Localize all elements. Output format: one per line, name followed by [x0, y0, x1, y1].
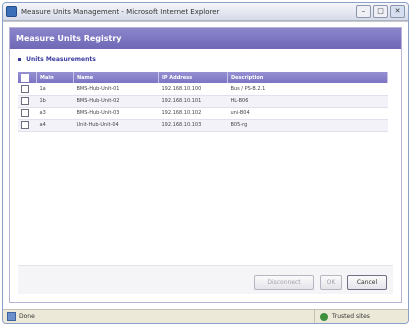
cell-ip: 192.168.10.103 [161, 122, 202, 128]
cell-main: 1b [39, 98, 46, 104]
disconnect-button[interactable]: Disconnect [254, 275, 314, 290]
cancel-button[interactable]: Cancel [347, 275, 387, 290]
col-header-ip[interactable]: IP Address [158, 72, 228, 83]
table-row[interactable]: 1a BMS-Hub-Unit-01 192.168.10.100 Bus / … [18, 83, 388, 95]
maximize-button[interactable]: □ [373, 5, 388, 18]
security-zone-text: Trusted sites [332, 313, 370, 320]
cell-name: BMS-Hub-Unit-01 [76, 85, 120, 92]
security-zone-icon [320, 312, 328, 321]
col-header-name[interactable]: Name [73, 72, 159, 83]
panel-header: Measure Units Registry [10, 28, 401, 49]
cell-main: a4 [39, 122, 46, 128]
cell-name: Unit-Hub-Unit-04 [76, 122, 119, 128]
select-all-checkbox[interactable] [21, 73, 29, 82]
ie-app-icon [6, 6, 17, 17]
units-table: Main Name IP Address Description 1a BMS-… [18, 72, 388, 132]
col-header-main[interactable]: Main [36, 72, 74, 83]
cell-description: uni-B04 [230, 110, 250, 116]
status-bar: Done Trusted sites [3, 309, 408, 323]
window-title: Measure Units Management - Microsoft Int… [21, 7, 220, 16]
section-link-label: Units Measurements [26, 56, 96, 63]
row-checkbox[interactable] [21, 97, 29, 105]
ok-button[interactable]: OK [320, 275, 342, 290]
cell-main: 1a [39, 85, 46, 92]
cell-description: B05-rg [230, 122, 248, 128]
section-link[interactable]: Units Measurements [18, 56, 401, 63]
row-checkbox[interactable] [21, 109, 29, 117]
table-row[interactable]: 1b BMS-Hub-Unit-02 192.168.10.101 HL-B06 [18, 95, 388, 107]
cell-name: BMS-Hub-Unit-02 [76, 98, 120, 104]
page-done-icon [7, 312, 16, 321]
page-content: Measure Units Registry Units Measurement… [3, 21, 408, 309]
browser-window: Measure Units Management - Microsoft Int… [2, 2, 409, 324]
cell-ip: 192.168.10.101 [161, 98, 202, 104]
bullet-icon [18, 58, 21, 61]
button-bar: Disconnect OK Cancel [18, 265, 393, 294]
status-text: Done [19, 313, 35, 320]
table-row[interactable]: a4 Unit-Hub-Unit-04 192.168.10.103 B05-r… [18, 119, 388, 131]
minimize-button[interactable]: – [356, 5, 371, 18]
close-button[interactable]: ✕ [390, 5, 405, 18]
registry-panel: Measure Units Registry Units Measurement… [9, 27, 402, 303]
row-checkbox[interactable] [21, 84, 29, 93]
title-bar: Measure Units Management - Microsoft Int… [3, 3, 408, 21]
table-header-row: Main Name IP Address Description [18, 72, 388, 83]
cell-main: a3 [39, 110, 46, 116]
col-header-description[interactable]: Description [227, 72, 388, 83]
table-row[interactable]: a3 BMS-Hub-Unit-03 192.168.10.102 uni-B0… [18, 107, 388, 119]
cell-description: Bus / PS-B.2.1 [230, 85, 266, 92]
cell-ip: 192.168.10.102 [161, 110, 202, 116]
cell-ip: 192.168.10.100 [161, 85, 202, 92]
cell-description: HL-B06 [230, 98, 249, 104]
row-checkbox[interactable] [21, 121, 29, 129]
cell-name: BMS-Hub-Unit-03 [76, 110, 120, 116]
select-all-header[interactable] [18, 72, 37, 83]
